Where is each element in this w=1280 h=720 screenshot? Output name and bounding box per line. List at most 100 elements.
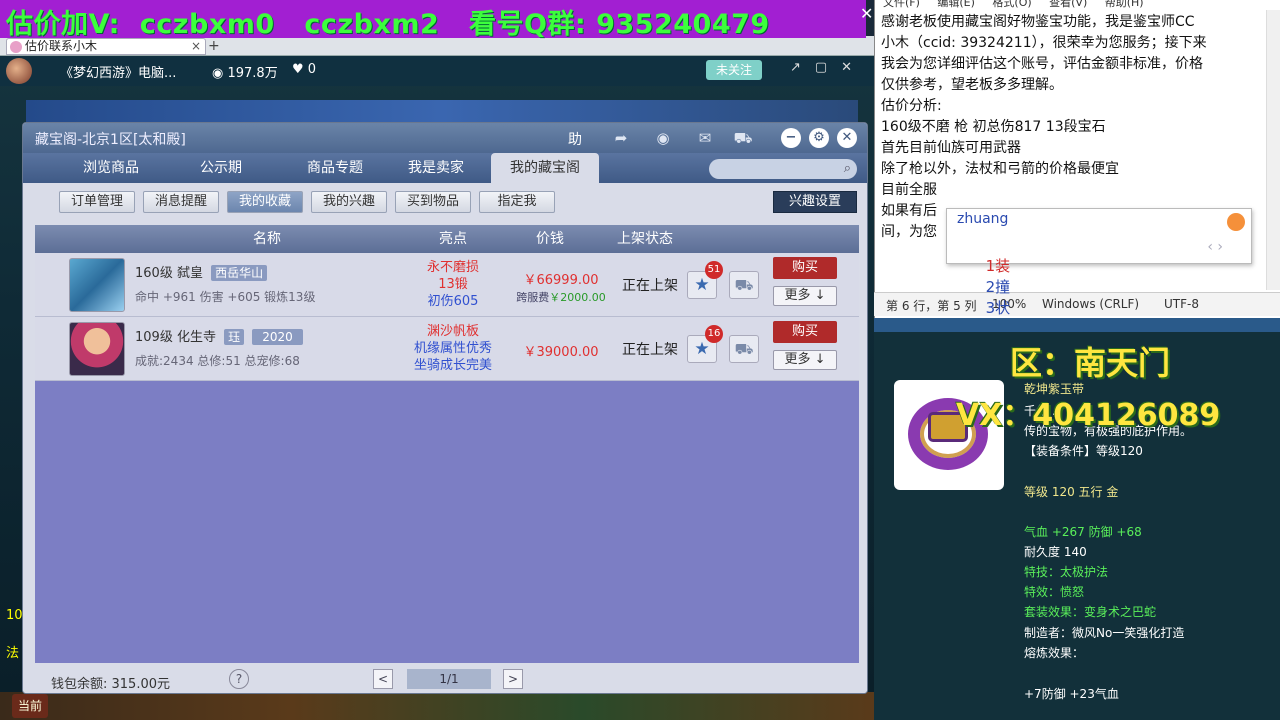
item-thumbnail-character[interactable]	[69, 322, 125, 376]
notepad-status-bar: 第 6 行，第 5 列 100% Windows (CRLF) UTF-8	[874, 292, 1280, 316]
region-overlay: 区：南天门	[1010, 344, 1171, 382]
help-button[interactable]: 助	[568, 129, 582, 149]
text-line: 目前全服	[881, 182, 937, 198]
item-effect: 特效：愤怒	[1024, 585, 1085, 599]
viewer-count: ◉ 197.8万	[212, 66, 278, 81]
notepad-scrollbar[interactable]	[1266, 10, 1280, 290]
next-page-button[interactable]: >	[503, 669, 523, 689]
subtab-purchased[interactable]: 买到物品	[395, 191, 471, 213]
minimize-icon[interactable]: −	[781, 128, 801, 148]
panel-top-strip	[874, 318, 1280, 332]
tab-browse[interactable]: 浏览商品	[63, 153, 159, 183]
subtab-favorites[interactable]: 我的收藏	[227, 191, 303, 213]
tab-seller[interactable]: 我是卖家	[391, 153, 481, 183]
subtab-messages[interactable]: 消息提醒	[143, 191, 219, 213]
favorite-count-badge: 51	[705, 261, 723, 279]
item-durability: 耐久度 140	[1024, 545, 1087, 559]
ime-candidate[interactable]: 2撞	[986, 278, 1011, 296]
role-tag: 珏	[224, 329, 245, 345]
text-line: 除了枪以外，法杖和弓箭的价格最便宜	[881, 161, 1119, 177]
like-count-value: 0	[307, 62, 317, 77]
fee-label: 跨服费	[516, 291, 550, 304]
line-endings: Windows (CRLF)	[1042, 297, 1140, 311]
col-status: 上架状态	[617, 231, 673, 247]
sub-tabs: 订单管理 消息提醒 我的收藏 我的兴趣 买到物品 指定我 兴趣设置	[23, 183, 867, 223]
item-detail: 成就:2434 总修:51 总宠修:68	[135, 354, 300, 368]
notepad-menu[interactable]: 文件(F) 编辑(E) 格式(O) 查看(V) 帮助(H)	[883, 0, 1144, 10]
wechat-overlay: VX：404126089	[956, 398, 1221, 433]
server-tag: 西岳华山	[211, 265, 268, 281]
item-smelt-value: +7防御 +23气血	[1024, 687, 1119, 701]
year-tag: 2020	[252, 329, 303, 345]
candidate-number: 3	[985, 299, 996, 317]
ime-candidate[interactable]: 3状	[986, 299, 1011, 317]
overlay-banner: 估价加V: cczbxm0 cczbxm2 看号Q群: 935240479	[0, 0, 866, 40]
tab-close-icon[interactable]: ×	[191, 39, 201, 54]
interest-settings-button[interactable]: 兴趣设置	[773, 191, 857, 213]
fee-value: ￥2000.00	[549, 291, 606, 304]
item-name[interactable]: 160级 弑皇 西岳华山	[135, 262, 268, 281]
window-footer: 钱包余额: 315.00元 ? < 1/1 >	[23, 663, 867, 693]
more-button[interactable]: 更多 ↓	[773, 286, 837, 306]
help-question-icon[interactable]: ?	[229, 669, 249, 689]
highlight-1: 永不磨损	[426, 260, 479, 275]
col-name: 名称	[253, 231, 281, 247]
close-icon[interactable]: ✕	[837, 128, 857, 148]
add-to-cart-icon[interactable]: ⛟	[729, 335, 759, 363]
text-line: 160级不磨 枪 初总伤817 13段宝石	[881, 119, 1106, 135]
streamer-avatar[interactable]	[6, 58, 32, 84]
more-button[interactable]: 更多 ↓	[773, 350, 837, 370]
buy-button[interactable]: 购买	[773, 257, 837, 279]
subtab-orders[interactable]: 订单管理	[59, 191, 135, 213]
search-input[interactable]: ⌕	[709, 159, 857, 179]
settings-icon[interactable]: ⚙	[809, 128, 829, 148]
ime-candidate-window: zhuang 1装 2撞 3状 4庄 5壮 ‹ ›	[946, 208, 1252, 359]
stream-tool-icons[interactable]: ↗▢✕	[790, 60, 866, 75]
listing-status: 正在上架	[622, 342, 678, 358]
tab-topics[interactable]: 商品专题	[285, 153, 385, 183]
treasure-pavilion-window: 藏宝阁-北京1区[太和殿] 助 ➦ ◉ ✉ ⛟ − ⚙ ✕ 浏览商品 公示期 商…	[22, 122, 868, 694]
prev-page-button[interactable]: <	[373, 669, 393, 689]
game-bottom-bar	[0, 692, 874, 720]
item-smelt-label: 熔炼效果：	[1024, 646, 1085, 660]
record-icon[interactable]: ◉	[653, 129, 673, 147]
stream-title: 《梦幻西游》电脑...	[60, 66, 177, 81]
chat-icon[interactable]: ✉	[695, 129, 715, 147]
tab-public[interactable]: 公示期	[173, 153, 269, 183]
table-header: 名称 亮点 价钱 上架状态	[35, 225, 859, 253]
col-highlights: 亮点	[439, 231, 467, 247]
wallet-balance: 钱包余额: 315.00元	[51, 677, 170, 692]
table-row: 109级 化生寺 珏 2020 成就:2434 总修:51 总宠修:68 渊沙帆…	[35, 317, 859, 381]
item-name-text: 160级 弑皇	[135, 266, 203, 281]
item-maker: 制造者：微风No一笑强化打造	[1024, 626, 1185, 640]
side-label-1: 10	[6, 608, 23, 623]
buy-button[interactable]: 购买	[773, 321, 837, 343]
subtab-interests[interactable]: 我的兴趣	[311, 191, 387, 213]
share-icon[interactable]: ➦	[611, 129, 631, 147]
text-line: 感谢老板使用藏宝阁好物鉴宝功能，我是鉴宝师CC	[881, 14, 1195, 30]
highlight-2: 13锻	[438, 277, 468, 292]
window-title: 藏宝阁-北京1区[太和殿]	[35, 132, 186, 148]
item-thumbnail-spear[interactable]	[69, 258, 125, 312]
highlight-3: 初伤605	[427, 294, 479, 309]
item-price: ￥66999.00	[523, 273, 599, 288]
tab-my-pavilion[interactable]: 我的藏宝阁	[491, 153, 599, 183]
ime-candidate[interactable]: 1装	[986, 257, 1011, 275]
bottom-current-button[interactable]: 当前	[12, 694, 48, 718]
item-price: ￥39000.00	[523, 345, 599, 360]
candidate-char: 撞	[995, 278, 1011, 296]
item-name[interactable]: 109级 化生寺 珏 2020	[135, 326, 303, 345]
tab-title: 估价联系小木	[25, 39, 98, 53]
cart-icon[interactable]: ⛟	[733, 129, 753, 147]
ime-page-arrows[interactable]: ‹ ›	[1207, 239, 1223, 255]
text-line: 小木（ccid: 39324211），很荣幸为您服务；接下来	[881, 35, 1207, 51]
highlight-3: 坐骑成长完美	[413, 358, 492, 373]
search-icon[interactable]: ⌕	[844, 161, 851, 176]
add-to-cart-icon[interactable]: ⛟	[729, 271, 759, 299]
subtab-assigned[interactable]: 指定我	[479, 191, 555, 213]
item-skill: 特技：太极护法	[1024, 565, 1109, 579]
follow-button[interactable]: 未关注	[706, 60, 762, 80]
window-titlebar: 藏宝阁-北京1区[太和殿] 助 ➦ ◉ ✉ ⛟ − ⚙ ✕	[23, 123, 867, 153]
overlay-close-icon[interactable]: ✕	[860, 4, 873, 23]
notepad-window: 文件(F) 编辑(E) 格式(O) 查看(V) 帮助(H) 感谢老板使用藏宝阁好…	[874, 0, 1280, 318]
